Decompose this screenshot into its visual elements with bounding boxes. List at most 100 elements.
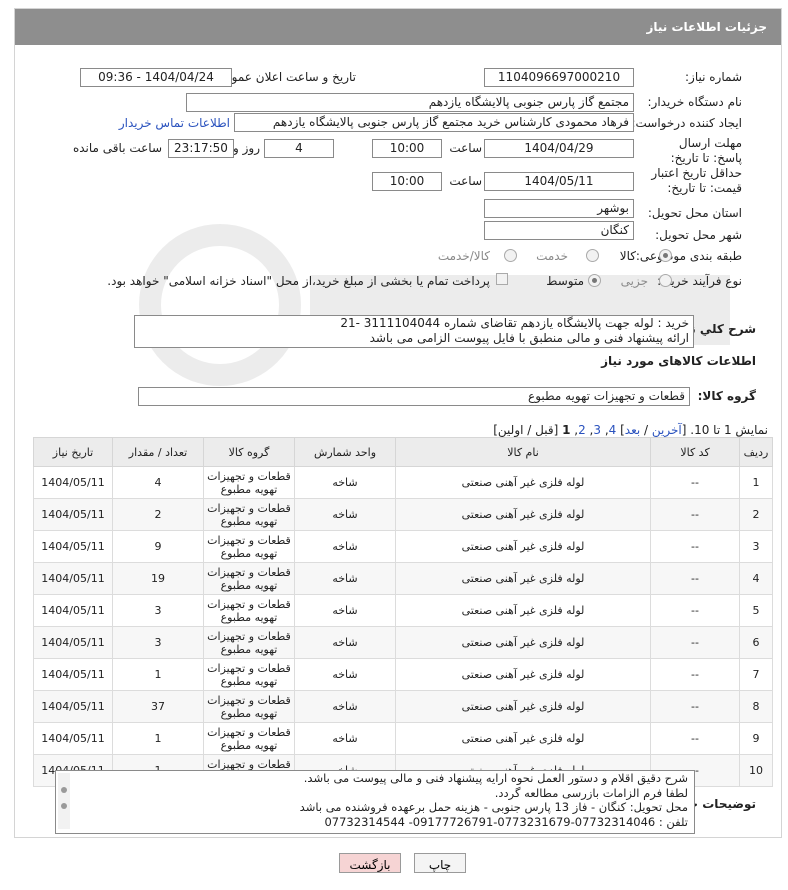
buyer-contact-link[interactable]: اطلاعات تماس خریدار	[119, 116, 230, 130]
group-line-2: تهویه مطبوع	[220, 514, 278, 528]
pagination-suffix: [قبل / اولین]	[493, 423, 563, 437]
col-name: نام کالا	[395, 437, 651, 467]
group-line-1: قطعات و تجهیزات	[207, 757, 291, 771]
pagination-prefix: نمایش 1 تا 10. [	[681, 423, 768, 437]
cell-name: لوله فلزی غیر آهنی صنعتی	[395, 466, 651, 499]
cell-row: 3	[739, 530, 773, 563]
cell-name: لوله فلزی غیر آهنی صنعتی	[395, 690, 651, 723]
pagination-page-2[interactable]: 2	[578, 423, 586, 437]
pagination-sep: /	[640, 423, 652, 437]
announce-label: تاریخ و ساعت اعلان عمومی:	[211, 70, 356, 84]
pagination-bracket: ]	[616, 423, 625, 437]
pagination: نمایش 1 تا 10. [آخرین / بعد] 4, 3, 2, 1 …	[493, 423, 768, 437]
category-radio-service[interactable]	[586, 249, 599, 262]
cell-date: 1404/05/11	[33, 466, 113, 499]
cell-code: --	[650, 722, 740, 755]
cell-row: 6	[739, 626, 773, 659]
category-radio-goods[interactable]	[659, 249, 672, 262]
group-line-2: تهویه مطبوع	[220, 578, 278, 592]
cell-date: 1404/05/11	[33, 498, 113, 531]
need-number-value: 1104096697000210	[484, 68, 634, 87]
need-number-label: شماره نیاز:	[685, 70, 742, 84]
city-value: کنگان	[484, 221, 634, 240]
creator-label: ایجاد کننده درخواست:	[631, 116, 742, 130]
process-radio-medium[interactable]	[588, 274, 601, 287]
cell-unit: شاخه	[294, 562, 396, 595]
cell-qty: 9	[112, 530, 204, 563]
buyer-note-line-1: شرح دقیق اقلام و دستور العمل نحوه ارایه …	[303, 771, 688, 785]
cell-group: قطعات و تجهیزاتتهویه مطبوع	[203, 562, 295, 595]
treasury-checkbox[interactable]	[496, 273, 508, 285]
goods-group-value: قطعات و تجهیزات تهویه مطبوع	[138, 387, 690, 406]
scroll-down-dot-icon	[61, 803, 67, 809]
cell-group: قطعات و تجهیزاتتهویه مطبوع	[203, 722, 295, 755]
cell-group: قطعات و تجهیزاتتهویه مطبوع	[203, 626, 295, 659]
cell-date: 1404/05/11	[33, 530, 113, 563]
cell-unit: شاخه	[294, 498, 396, 531]
cell-qty: 1	[112, 722, 204, 755]
description-line-1: خرید : لوله جهت پالایشگاه یازدهم تقاضای …	[340, 316, 689, 330]
cell-row: 8	[739, 690, 773, 723]
category-option-service: خدمت	[536, 249, 568, 263]
back-button[interactable]: بازگشت	[339, 853, 401, 873]
category-radio-both[interactable]	[504, 249, 517, 262]
cell-date: 1404/05/11	[33, 626, 113, 659]
province-value: بوشهر	[484, 199, 634, 218]
pagination-current-page: 1	[562, 423, 571, 437]
print-button[interactable]: چاپ	[414, 853, 466, 873]
group-line-1: قطعات و تجهیزات	[207, 469, 291, 483]
price-deadline-label: حداقل تاریخ اعتبار قیمت: تا تاریخ:	[651, 166, 742, 195]
city-label: شهر محل تحویل:	[655, 228, 742, 242]
cell-date: 1404/05/11	[33, 562, 113, 595]
cell-name: لوله فلزی غیر آهنی صنعتی	[395, 594, 651, 627]
days-label: روز و	[233, 141, 260, 155]
goods-info-title: اطلاعات کالاهای مورد نیاز	[601, 354, 756, 368]
cell-unit: شاخه	[294, 722, 396, 755]
group-line-1: قطعات و تجهیزات	[207, 533, 291, 547]
cell-code: --	[650, 690, 740, 723]
col-group: گروه کالا	[203, 437, 295, 467]
group-line-2: تهویه مطبوع	[220, 642, 278, 656]
group-line-1: قطعات و تجهیزات	[207, 629, 291, 643]
goods-group-label: گروه کالا:	[697, 389, 756, 403]
remaining-label: ساعت باقی مانده	[72, 141, 162, 155]
notes-scrollbar[interactable]	[58, 773, 70, 829]
items-table: ردیف کد کالا نام کالا واحد شمارش گروه کا…	[33, 437, 773, 787]
cell-group: قطعات و تجهیزاتتهویه مطبوع	[203, 594, 295, 627]
group-line-2: تهویه مطبوع	[220, 674, 278, 688]
cell-qty: 4	[112, 466, 204, 499]
cell-unit: شاخه	[294, 690, 396, 723]
table-row: 3 -- لوله فلزی غیر آهنی صنعتی شاخه قطعات و ت…	[33, 530, 773, 563]
buyer-note-line-3: محل تحویل: کنگان - فاز 13 پارس جنوبی - ه…	[299, 800, 688, 814]
cell-unit: شاخه	[294, 626, 396, 659]
reply-time-value: 10:00	[372, 139, 442, 158]
cell-group: قطعات و تجهیزاتتهویه مطبوع	[203, 658, 295, 691]
table-row: 9 -- لوله فلزی غیر آهنی صنعتی شاخه قطعات و ت…	[33, 722, 773, 755]
group-line-1: قطعات و تجهیزات	[207, 597, 291, 611]
table-row: 5 -- لوله فلزی غیر آهنی صنعتی شاخه قطعات و ت…	[33, 594, 773, 627]
cell-code: --	[650, 626, 740, 659]
cell-date: 1404/05/11	[33, 594, 113, 627]
cell-qty: 19	[112, 562, 204, 595]
cell-qty: 37	[112, 690, 204, 723]
col-qty: تعداد / مقدار	[112, 437, 204, 467]
col-row: ردیف	[739, 437, 773, 467]
cell-date: 1404/05/11	[33, 658, 113, 691]
process-radio-minor[interactable]	[659, 274, 672, 287]
pagination-last[interactable]: آخرین	[652, 423, 682, 437]
cell-code: --	[650, 594, 740, 627]
creator-value: فرهاد محمودی کارشناس خرید مجتمع گاز پارس…	[234, 113, 634, 132]
buyer-org-label: نام دستگاه خریدار:	[647, 95, 743, 109]
category-option-goods: کالا	[619, 249, 636, 263]
cell-group: قطعات و تجهیزاتتهویه مطبوع	[203, 498, 295, 531]
buyer-org-value: مجتمع گاز پارس جنوبی پالایشگاه یازدهم	[186, 93, 634, 112]
buyer-note-line-4: تلفن : 07732314046-0773231679-0917772679…	[324, 814, 688, 829]
pagination-next[interactable]: بعد	[625, 423, 640, 437]
buyer-notes-box: شرح دقیق اقلام و دستور العمل نحوه ارایه …	[55, 770, 695, 834]
price-time-value: 10:00	[372, 172, 442, 191]
cell-code: --	[650, 498, 740, 531]
pagination-page-3[interactable]: 3	[593, 423, 601, 437]
table-row: 2 -- لوله فلزی غیر آهنی صنعتی شاخه قطعات و ت…	[33, 498, 773, 531]
col-code: کد کالا	[650, 437, 740, 467]
cell-group: قطعات و تجهیزاتتهویه مطبوع	[203, 530, 295, 563]
